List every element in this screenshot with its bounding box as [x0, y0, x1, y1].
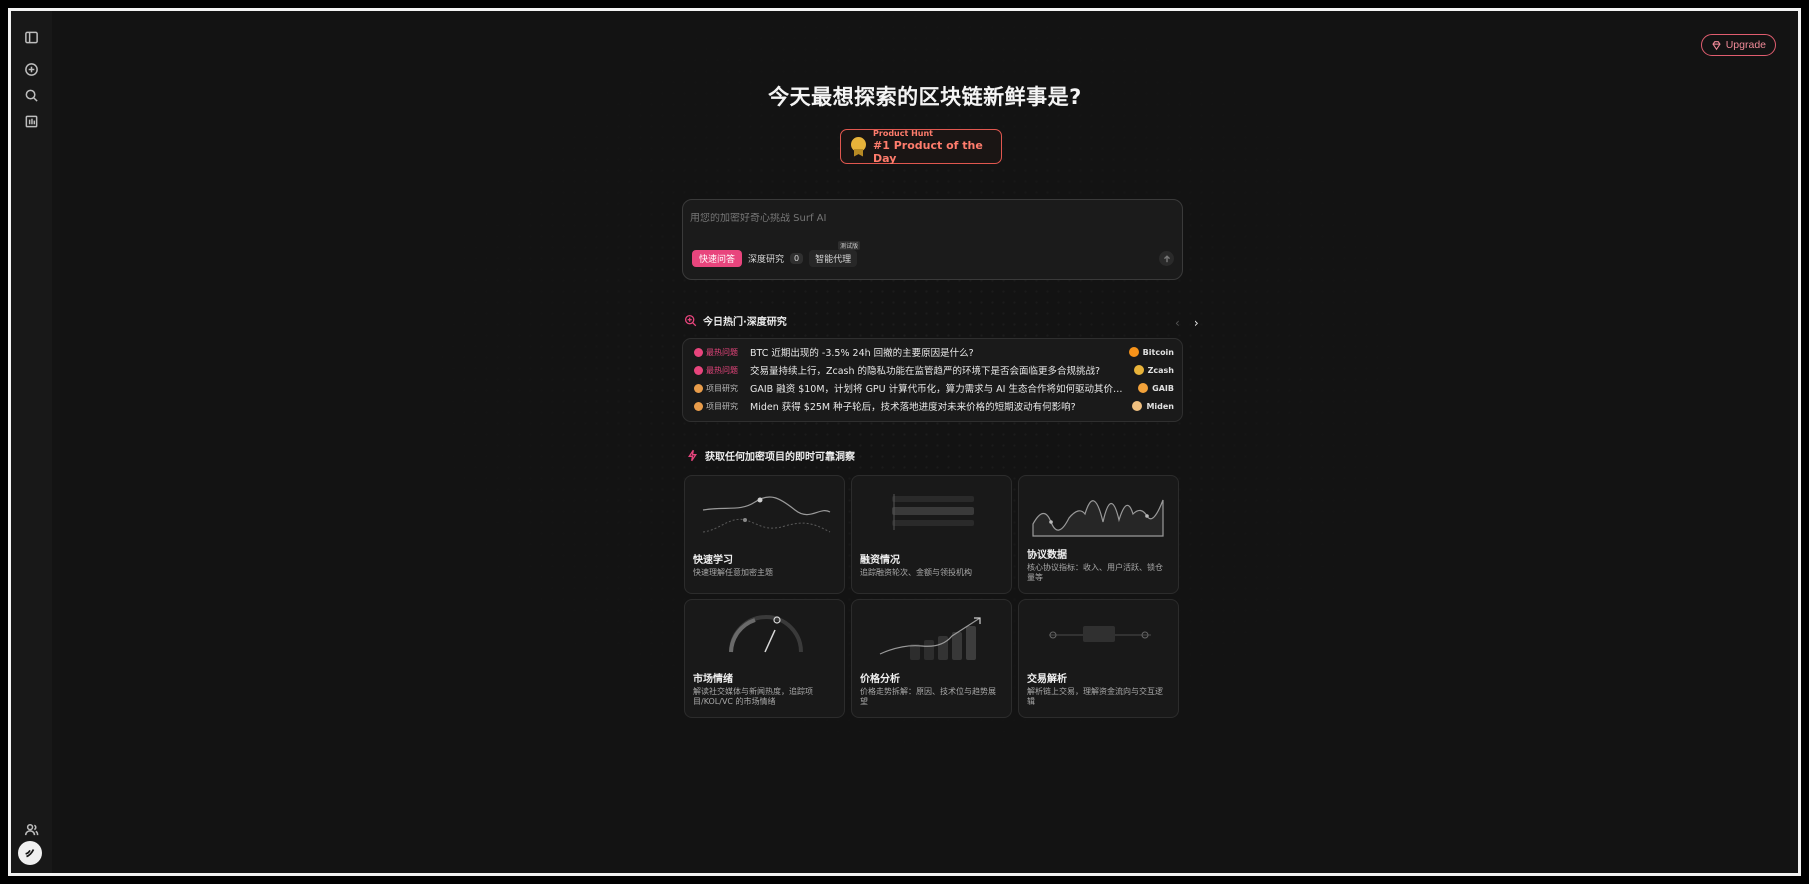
card-funding[interactable]: 融资情况 追踪融资轮次、金额与领投机构 [851, 475, 1012, 594]
card-market-sentiment[interactable]: 市场情绪 解读社交媒体与新闻热度，追踪项目/KOL/VC 的市场情绪 [684, 599, 845, 718]
item-tag: 最热问题 [706, 365, 738, 375]
item-coin: GAIB [1138, 383, 1174, 393]
sidebar-toggle-icon[interactable] [20, 26, 42, 48]
list-item[interactable]: 项目研究 GAIB 融资 $10M，计划将 GPU 计算代币化，算力需求与 AI… [694, 380, 1174, 396]
next-page-button[interactable]: › [1194, 316, 1199, 330]
product-hunt-badge[interactable]: Product Hunt #1 Product of the Day [840, 128, 1002, 165]
card-desc: 价格走势拆解：原因、技术位与趋势展望 [860, 687, 996, 706]
item-coin: Bitcoin [1128, 347, 1174, 357]
surf-logo-icon[interactable] [18, 841, 42, 865]
bitcoin-icon [1128, 347, 1139, 357]
send-button[interactable] [1159, 251, 1174, 266]
beta-badge: 测试版 [838, 241, 861, 250]
mode-deep-research[interactable]: 深度研究 [748, 250, 784, 267]
app-window: Upgrade 今天最想探索的区块链新鲜事是? Product Hunt #1 … [8, 8, 1801, 876]
project-icon [694, 383, 703, 393]
fire-icon [694, 365, 703, 375]
chat-box: 快速问答 深度研究 0 智能代理 测试版 [682, 199, 1183, 280]
card-desc: 解读社交媒体与新闻热度，追踪项目/KOL/VC 的市场情绪 [693, 687, 813, 706]
item-tag: 项目研究 [706, 401, 738, 411]
item-question: Miden 获得 $25M 种子轮后，技术落地进度对未来价格的短期波动有何影响? [750, 402, 1076, 413]
badge-title: #1 Product of the Day [873, 138, 983, 165]
card-desc: 核心协议指标：收入、用户活跃、锁仓量等 [1027, 563, 1163, 582]
research-search-icon [684, 314, 697, 327]
card-quick-learn[interactable]: 快速学习 快速理解任意加密主题 [684, 475, 845, 594]
list-item[interactable]: 项目研究 Miden 获得 $25M 种子轮后，技术落地进度对未来价格的短期波动… [694, 398, 1174, 414]
item-coin: Miden [1132, 401, 1174, 411]
transaction-flow-illustration [1049, 626, 1151, 642]
trending-list: 最热问题 BTC 近期出现的 -3.5% 24h 回撤的主要原因是什么? Bit… [682, 338, 1183, 422]
coin-label: Zcash [1147, 365, 1174, 375]
project-icon [694, 401, 703, 411]
item-question: GAIB 融资 $10M，计划将 GPU 计算代币化，算力需求与 AI 生态合作… [750, 384, 1132, 395]
list-item[interactable]: 最热问题 BTC 近期出现的 -3.5% 24h 回撤的主要原因是什么? Bit… [694, 344, 1174, 360]
list-item[interactable]: 最热问题 交易量持续上行，Zcash 的隐私功能在监管趋严的环境下是否会面临更多… [694, 362, 1174, 378]
upgrade-label: Upgrade [1725, 39, 1766, 51]
card-desc: 快速理解任意加密主题 [693, 568, 773, 577]
card-title: 融资情况 [860, 555, 900, 566]
page-title: 今天最想探索的区块链新鲜事是? [768, 85, 1082, 109]
card-title: 交易解析 [1027, 674, 1067, 685]
miden-icon [1132, 401, 1143, 411]
fire-icon [694, 347, 703, 357]
item-coin: Zcash [1133, 365, 1174, 375]
card-title: 协议数据 [1027, 550, 1067, 561]
price-bars-illustration [879, 617, 981, 660]
card-protocol-data[interactable]: 协议数据 核心协议指标：收入、用户活跃、锁仓量等 [1018, 475, 1179, 594]
arrow-up-icon [1163, 254, 1170, 262]
zcash-icon [1133, 365, 1144, 375]
badge-subtitle: Product Hunt [873, 128, 934, 138]
trending-title: 今日热门·深度研究 [703, 317, 787, 328]
mode-agent-label: 智能代理 [815, 255, 852, 265]
search-icon[interactable] [20, 84, 42, 106]
protocol-peaks-illustration [1032, 499, 1164, 537]
card-price-analysis[interactable]: 价格分析 价格走势拆解：原因、技术位与趋势展望 [851, 599, 1012, 718]
item-tag: 最热问题 [706, 347, 738, 357]
trending-header: 今日热门·深度研究 [684, 313, 787, 328]
card-title: 快速学习 [693, 555, 733, 566]
coin-label: Miden [1146, 401, 1174, 411]
deep-research-count: 0 [790, 253, 804, 264]
mode-agent[interactable]: 智能代理 测试版 [809, 241, 861, 267]
card-transaction-analysis[interactable]: 交易解析 解析链上交易，理解资金流向与交互逻辑 [1018, 599, 1179, 718]
card-desc: 解析链上交易，理解资金流向与交互逻辑 [1027, 687, 1163, 706]
medal-icon [851, 136, 866, 157]
gaib-icon [1138, 383, 1149, 393]
coin-label: GAIB [1152, 383, 1174, 393]
insights-header: 获取任何加密项目的即时可靠洞察 [686, 448, 855, 463]
item-question: BTC 近期出现的 -3.5% 24h 回撤的主要原因是什么? [750, 348, 974, 359]
chat-input[interactable] [690, 213, 1130, 224]
user-icon[interactable] [20, 818, 42, 840]
coin-label: Bitcoin [1142, 347, 1174, 357]
upgrade-button[interactable]: Upgrade [1700, 34, 1776, 56]
funding-bars-illustration [892, 494, 974, 530]
sparkle-icon [688, 449, 697, 462]
card-desc: 追踪融资轮次、金额与领投机构 [860, 568, 972, 577]
library-icon[interactable] [20, 110, 42, 132]
trending-pager: ‹ › [1175, 316, 1199, 330]
card-title: 市场情绪 [693, 674, 733, 685]
main-area: Upgrade 今天最想探索的区块链新鲜事是? Product Hunt #1 … [52, 11, 1798, 873]
mode-selector: 快速问答 深度研究 0 智能代理 测试版 [692, 241, 861, 267]
sentiment-gauge-illustration [729, 615, 803, 653]
card-title: 价格分析 [860, 674, 900, 685]
prev-page-button[interactable]: ‹ [1175, 316, 1180, 330]
item-tag: 项目研究 [706, 383, 738, 393]
sidebar [11, 11, 52, 873]
insights-title: 获取任何加密项目的即时可靠洞察 [705, 452, 855, 463]
diamond-icon [1712, 40, 1721, 50]
wave-chart-illustration [702, 496, 831, 533]
new-chat-icon[interactable] [20, 58, 42, 80]
item-question: 交易量持续上行，Zcash 的隐私功能在监管趋严的环境下是否会面临更多合规挑战? [750, 366, 1101, 377]
mode-quick-answer[interactable]: 快速问答 [692, 250, 743, 267]
